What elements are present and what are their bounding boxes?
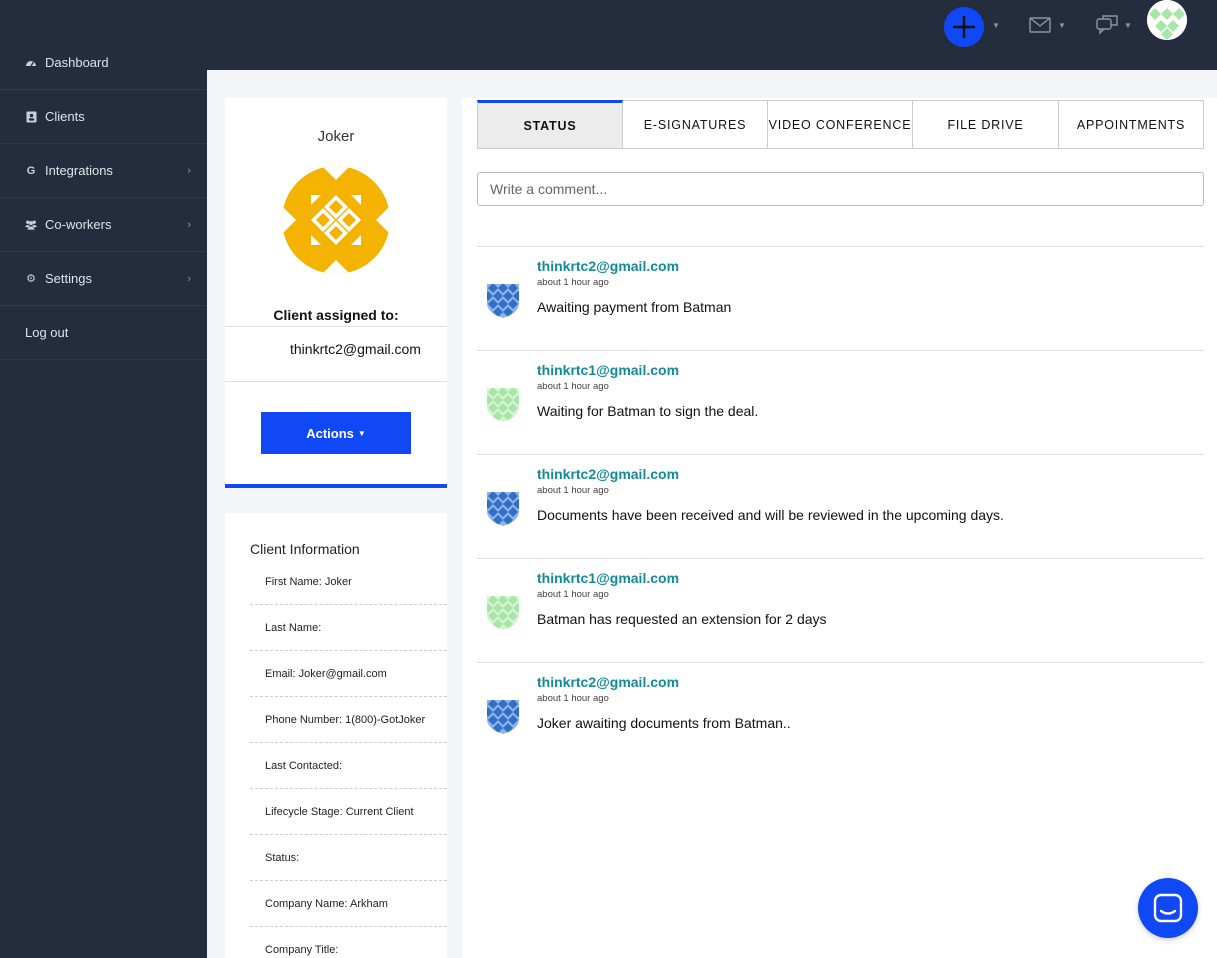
sidebar-item-settings[interactable]: ⚙ Settings › bbox=[0, 252, 207, 306]
avatar-green-icon bbox=[484, 385, 522, 423]
client-information-card: Client Information First Name: Joker Las… bbox=[225, 513, 447, 958]
assigned-email: thinkrtc2@gmail.com bbox=[290, 341, 421, 357]
feed-timestamp: about 1 hour ago bbox=[537, 485, 609, 496]
chevron-right-icon: › bbox=[187, 218, 191, 231]
feed-message: Waiting for Batman to sign the deal. bbox=[537, 403, 759, 419]
actions-label: Actions bbox=[306, 425, 354, 441]
feed-item: thinkrtc2@gmail.com about 1 hour ago Doc… bbox=[477, 454, 1204, 558]
feed-item: thinkrtc1@gmail.com about 1 hour ago Bat… bbox=[477, 558, 1204, 662]
feed-timestamp: about 1 hour ago bbox=[537, 693, 609, 704]
info-row-company-title: Company Title: bbox=[250, 927, 447, 958]
sidebar-item-label: Dashboard bbox=[45, 55, 109, 70]
chevron-right-icon: › bbox=[187, 272, 191, 285]
sidebar-item-logout[interactable]: Log out bbox=[0, 306, 207, 360]
feed-message: Awaiting payment from Batman bbox=[537, 299, 732, 315]
sidebar-item-label: Clients bbox=[45, 109, 85, 124]
feed-author-email[interactable]: thinkrtc1@gmail.com bbox=[537, 362, 679, 378]
client-information-list: First Name: Joker Last Name: Email: Joke… bbox=[250, 559, 447, 958]
plus-icon bbox=[953, 16, 975, 38]
avatar-blue-icon bbox=[484, 489, 522, 527]
caret-down-icon: ▼ bbox=[357, 428, 366, 438]
sidebar-nav: Dashboard Clients G Integrations › Co-wo… bbox=[0, 36, 207, 360]
avatar-green-icon bbox=[484, 593, 522, 631]
info-row-company-name: Company Name: Arkham bbox=[250, 881, 447, 927]
google-icon: G bbox=[26, 164, 36, 177]
feed-timestamp: about 1 hour ago bbox=[537, 277, 609, 288]
sidebar: Dashboard Clients G Integrations › Co-wo… bbox=[0, 0, 207, 958]
feed-timestamp: about 1 hour ago bbox=[537, 589, 609, 600]
feed-message: Documents have been received and will be… bbox=[537, 507, 1004, 523]
feed-author-email[interactable]: thinkrtc2@gmail.com bbox=[537, 674, 679, 690]
info-row-last-contacted: Last Contacted: bbox=[250, 743, 447, 789]
tab-bar: STATUS E-SIGNATURES VIDEO CONFERENCE FIL… bbox=[477, 100, 1204, 149]
sidebar-item-label: Settings bbox=[45, 271, 92, 286]
chat-icon[interactable] bbox=[1096, 15, 1118, 40]
user-avatar[interactable] bbox=[1147, 0, 1187, 40]
dashboard-icon bbox=[25, 57, 37, 69]
assigned-label: Client assigned to: bbox=[273, 307, 399, 323]
chevron-right-icon: › bbox=[187, 164, 191, 177]
sidebar-item-integrations[interactable]: G Integrations › bbox=[0, 144, 207, 198]
top-bar: ▼ ▼ ▼ bbox=[207, 0, 1217, 70]
feed-author-email[interactable]: thinkrtc2@gmail.com bbox=[537, 258, 679, 274]
actions-button[interactable]: Actions ▼ bbox=[261, 412, 411, 454]
info-row-first-name: First Name: Joker bbox=[250, 559, 447, 605]
messenger-icon bbox=[1153, 893, 1183, 923]
client-information-title: Client Information bbox=[250, 541, 360, 557]
gear-icon: ⚙ bbox=[26, 273, 36, 285]
info-row-status: Status: bbox=[250, 835, 447, 881]
divider bbox=[225, 326, 447, 327]
tab-appointments[interactable]: APPOINTMENTS bbox=[1059, 100, 1204, 149]
feed-author-email[interactable]: thinkrtc2@gmail.com bbox=[537, 466, 679, 482]
sidebar-item-label: Log out bbox=[25, 325, 69, 340]
mail-icon[interactable] bbox=[1029, 17, 1051, 38]
clients-icon bbox=[25, 111, 37, 123]
tab-e-signatures[interactable]: E-SIGNATURES bbox=[623, 100, 768, 149]
feed-item: thinkrtc2@gmail.com about 1 hour ago Jok… bbox=[477, 662, 1204, 766]
client-profile-card: Joker Client assigned to: thinkrtc2@gmai… bbox=[225, 98, 447, 488]
tab-file-drive[interactable]: FILE DRIVE bbox=[913, 100, 1059, 149]
users-icon bbox=[25, 219, 37, 231]
divider bbox=[225, 381, 447, 382]
info-row-last-name: Last Name: bbox=[250, 605, 447, 651]
feed-item: thinkrtc1@gmail.com about 1 hour ago Wai… bbox=[477, 350, 1204, 454]
feed-message: Batman has requested an extension for 2 … bbox=[537, 611, 827, 627]
caret-down-icon[interactable]: ▼ bbox=[1058, 21, 1066, 30]
info-row-phone: Phone Number: 1(800)-GotJoker bbox=[250, 697, 447, 743]
client-name: Joker bbox=[317, 128, 355, 145]
activity-panel: STATUS E-SIGNATURES VIDEO CONFERENCE FIL… bbox=[462, 98, 1217, 958]
caret-down-icon[interactable]: ▼ bbox=[1124, 21, 1132, 30]
info-row-lifecycle-stage: Lifecycle Stage: Current Client bbox=[250, 789, 447, 835]
sidebar-item-dashboard[interactable]: Dashboard bbox=[0, 36, 207, 90]
avatar-blue-icon bbox=[484, 281, 522, 319]
sidebar-item-clients[interactable]: Clients bbox=[0, 90, 207, 144]
info-row-email: Email: Joker@gmail.com bbox=[250, 651, 447, 697]
avatar-blue-icon bbox=[484, 697, 522, 735]
tab-video-conference[interactable]: VIDEO CONFERENCE bbox=[768, 100, 913, 149]
add-button[interactable] bbox=[944, 7, 984, 47]
sidebar-item-label: Integrations bbox=[45, 163, 113, 178]
status-feed: thinkrtc2@gmail.com about 1 hour ago Awa… bbox=[477, 246, 1204, 766]
sidebar-item-label: Co-workers bbox=[45, 217, 112, 232]
feed-message: Joker awaiting documents from Batman.. bbox=[537, 715, 791, 731]
sidebar-item-coworkers[interactable]: Co-workers › bbox=[0, 198, 207, 252]
tab-status[interactable]: STATUS bbox=[477, 100, 623, 149]
chat-launcher-button[interactable] bbox=[1138, 878, 1198, 938]
feed-timestamp: about 1 hour ago bbox=[537, 381, 609, 392]
feed-item: thinkrtc2@gmail.com about 1 hour ago Awa… bbox=[477, 246, 1204, 350]
client-logo bbox=[281, 165, 391, 275]
caret-down-icon[interactable]: ▼ bbox=[992, 21, 1000, 30]
comment-input[interactable] bbox=[477, 172, 1204, 206]
feed-author-email[interactable]: thinkrtc1@gmail.com bbox=[537, 570, 679, 586]
